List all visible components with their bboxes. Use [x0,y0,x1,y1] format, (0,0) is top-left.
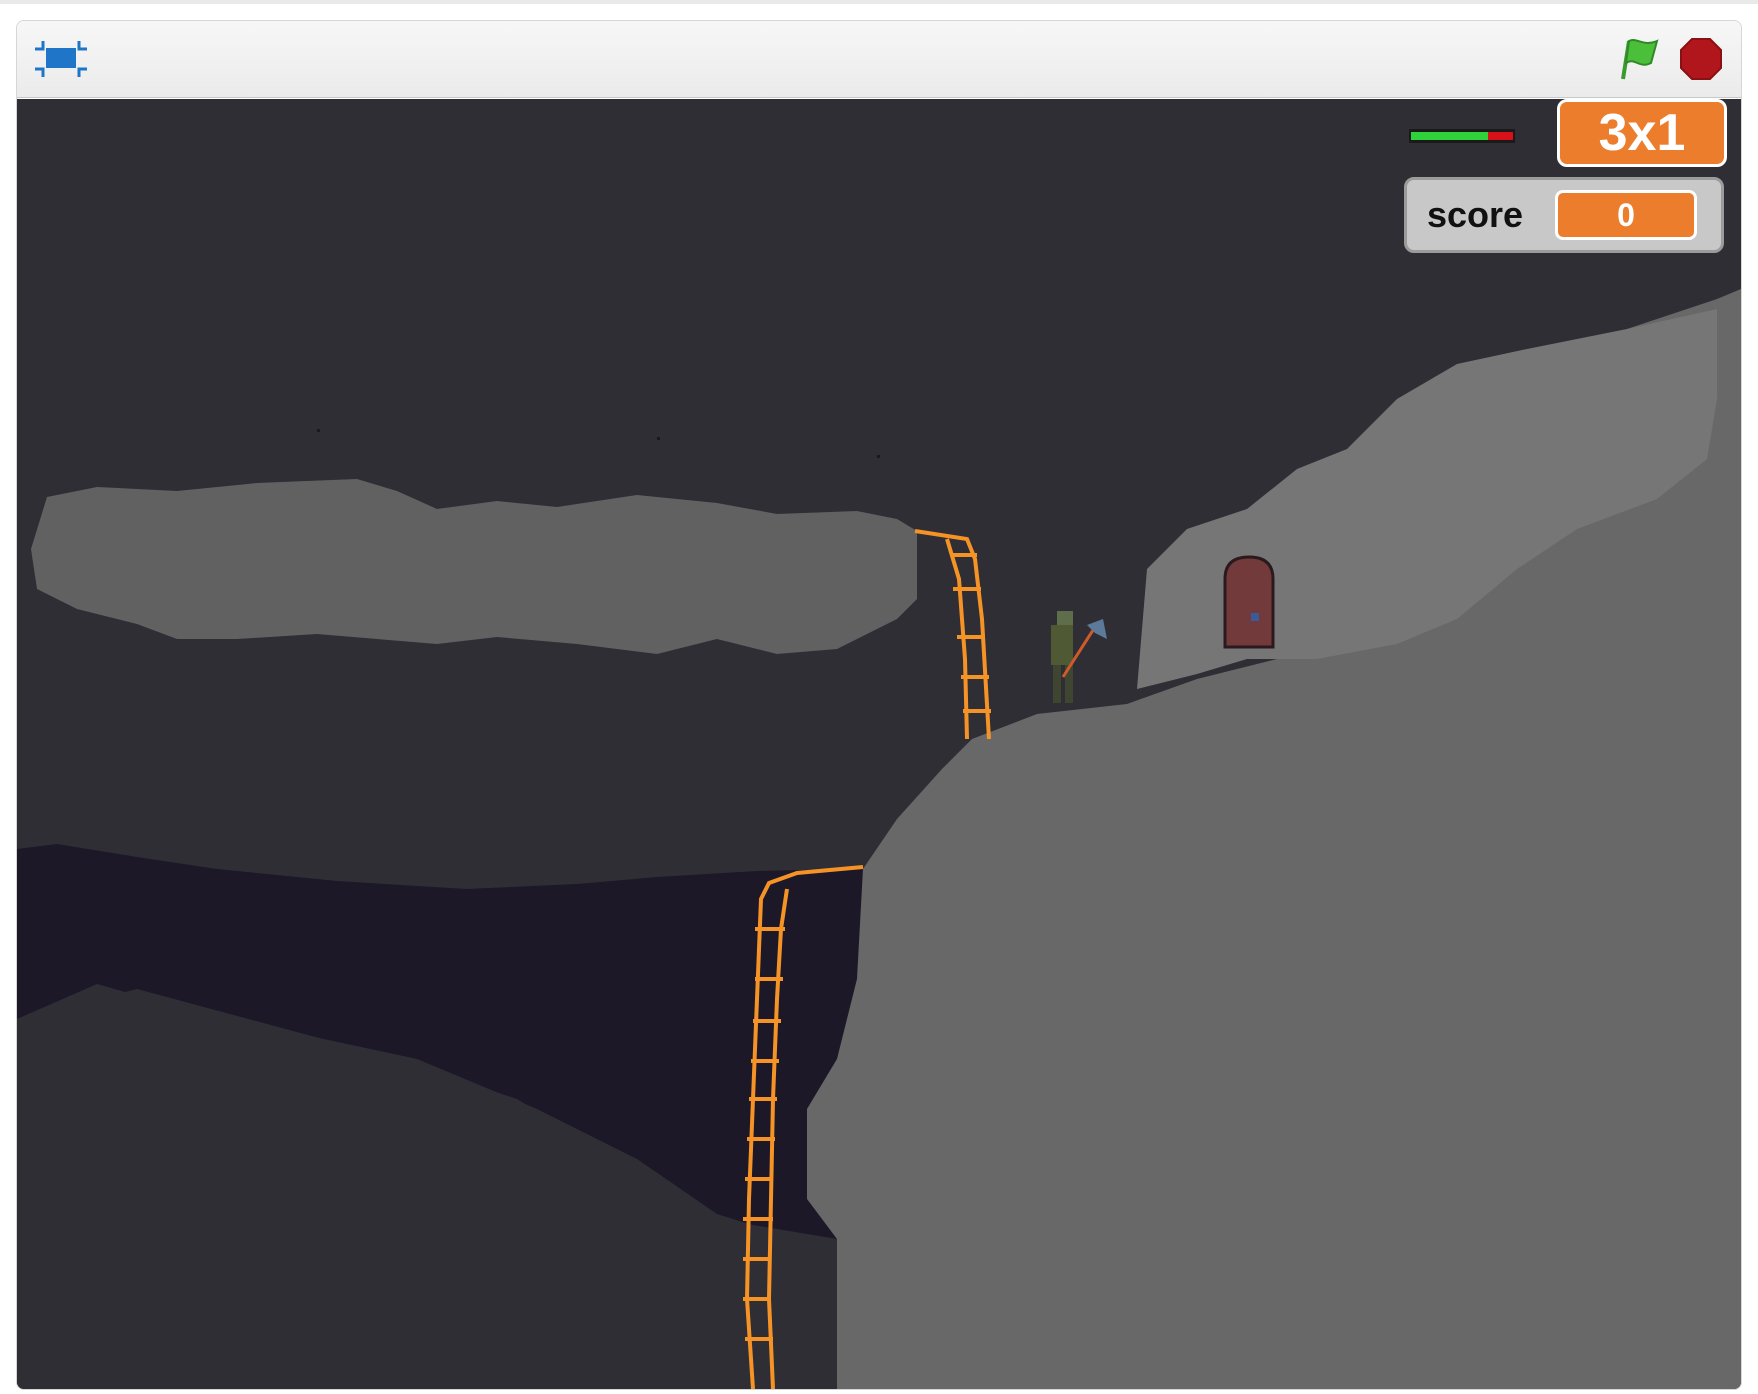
player-character[interactable] [1051,611,1107,703]
exit-door[interactable] [1223,555,1275,649]
sky-speck [877,455,880,458]
green-flag-button[interactable] [1617,35,1663,81]
score-monitor: score 0 [1404,177,1724,253]
cloud-band [31,479,917,654]
sky-speck [657,437,660,440]
fullscreen-button[interactable] [33,37,89,81]
stop-button[interactable] [1679,37,1723,81]
sky-speck [317,429,320,432]
fullscreen-icon [35,41,87,77]
health-bar [1409,129,1515,143]
project-player: 3x1 score 0 [16,20,1742,1390]
cave-scene [17,289,1741,1389]
top-divider [0,0,1758,4]
player-controls-bar [17,21,1741,98]
green-flag-icon [1621,39,1659,80]
score-value: 0 [1555,190,1697,240]
game-stage[interactable]: 3x1 score 0 [17,99,1741,1389]
upper-ladder[interactable] [914,529,991,740]
stop-sign-icon [1680,38,1722,80]
level-indicator: 3x1 [1557,99,1727,167]
score-label: score [1427,194,1524,235]
health-bar-fill [1411,132,1488,140]
